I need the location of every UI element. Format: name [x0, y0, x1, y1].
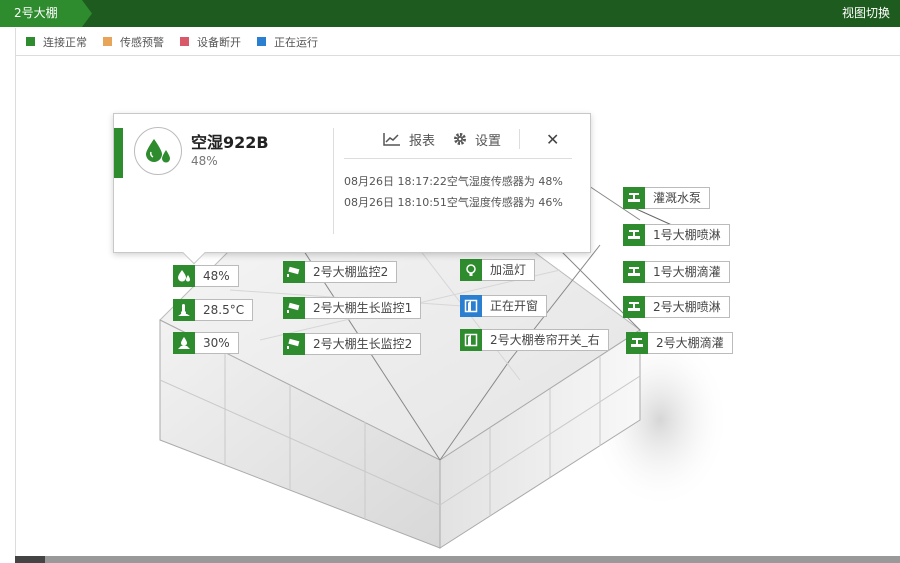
device-heater-lamp[interactable]: 加温灯	[460, 259, 536, 281]
valve-icon	[623, 296, 645, 318]
device-spray-2[interactable]: 2号大棚喷淋	[623, 296, 730, 318]
valve-icon	[623, 187, 645, 209]
device-label: 1号大棚滴灌	[645, 261, 730, 283]
sensor-temperature-tag[interactable]: 28.5°C	[173, 299, 254, 321]
device-curtain-right[interactable]: 2号大棚卷帘开关_右	[460, 329, 609, 351]
device-label: 2号大棚生长监控2	[305, 333, 422, 355]
device-label: 2号大棚卷帘开关_右	[482, 329, 609, 351]
sensor-detail-popup: 空湿922B 48% 报表 设置 ✕ 08月26日 18:17:22空气湿度传感…	[113, 113, 591, 265]
window-icon	[460, 329, 482, 351]
sensor-soil-tag[interactable]: 30%	[173, 332, 239, 354]
humidity-value: 48%	[195, 265, 239, 287]
report-button[interactable]: 报表	[383, 130, 435, 149]
greenhouse-illustration	[159, 179, 730, 549]
report-label: 报表	[409, 133, 436, 149]
device-growth-monitor-1[interactable]: 2号大棚生长监控1	[283, 297, 422, 319]
settings-button[interactable]: 设置	[453, 130, 501, 149]
device-drip-1[interactable]: 1号大棚滴灌	[623, 261, 730, 283]
camera-icon	[283, 333, 305, 355]
gear-icon	[454, 133, 467, 145]
valve-icon	[623, 261, 645, 283]
device-label: 2号大棚喷淋	[645, 296, 730, 318]
divider	[519, 129, 521, 149]
device-monitor-2[interactable]: 2号大棚监控2	[283, 261, 398, 283]
soil-moisture-icon	[173, 332, 195, 354]
camera-icon	[283, 297, 305, 319]
popup-title: 空湿922B	[191, 133, 269, 152]
valve-icon	[623, 224, 645, 246]
soil-moisture-value: 30%	[195, 332, 239, 354]
device-growth-monitor-2[interactable]: 2号大棚生长监控2	[283, 333, 422, 355]
device-label: 1号大棚喷淋	[645, 224, 730, 246]
device-drip-2[interactable]: 2号大棚滴灌	[626, 332, 733, 354]
device-label: 灌溉水泵	[645, 187, 711, 209]
device-label: 2号大棚滴灌	[648, 332, 733, 354]
device-spray-1[interactable]: 1号大棚喷淋	[623, 224, 730, 246]
sensor-log: 08月26日 18:17:22空气湿度传感器为 48% 08月26日 18:10…	[344, 171, 563, 213]
humidity-sensor-icon	[134, 127, 182, 175]
settings-label: 设置	[475, 133, 502, 149]
divider	[344, 158, 572, 159]
water-drop-icon	[173, 265, 195, 287]
popup-actions: 报表 设置 ✕	[383, 129, 559, 149]
sensor-humidity-tag[interactable]: 48%	[173, 265, 239, 287]
device-label: 加温灯	[482, 259, 536, 281]
status-accent-bar	[114, 128, 123, 178]
valve-icon	[626, 332, 648, 354]
temperature-value: 28.5°C	[195, 299, 254, 321]
device-label: 2号大棚监控2	[305, 261, 398, 283]
line-chart-icon	[383, 133, 400, 146]
close-icon[interactable]: ✕	[546, 130, 559, 149]
divider	[333, 128, 334, 234]
log-entry: 08月26日 18:10:51空气湿度传感器为 46%	[344, 196, 563, 209]
window-icon	[460, 295, 482, 317]
device-irrigation-pump[interactable]: 灌溉水泵	[623, 187, 711, 209]
device-label: 正在开窗	[482, 295, 548, 317]
device-label: 2号大棚生长监控1	[305, 297, 422, 319]
horizontal-scrollbar[interactable]	[15, 556, 900, 563]
popup-value: 48%	[191, 154, 218, 168]
camera-icon	[283, 261, 305, 283]
light-bulb-icon	[460, 259, 482, 281]
scrollbar-thumb[interactable]	[15, 556, 45, 563]
soil-temperature-icon	[173, 299, 195, 321]
log-entry: 08月26日 18:17:22空气湿度传感器为 48%	[344, 175, 563, 188]
device-window[interactable]: 正在开窗	[460, 295, 548, 317]
